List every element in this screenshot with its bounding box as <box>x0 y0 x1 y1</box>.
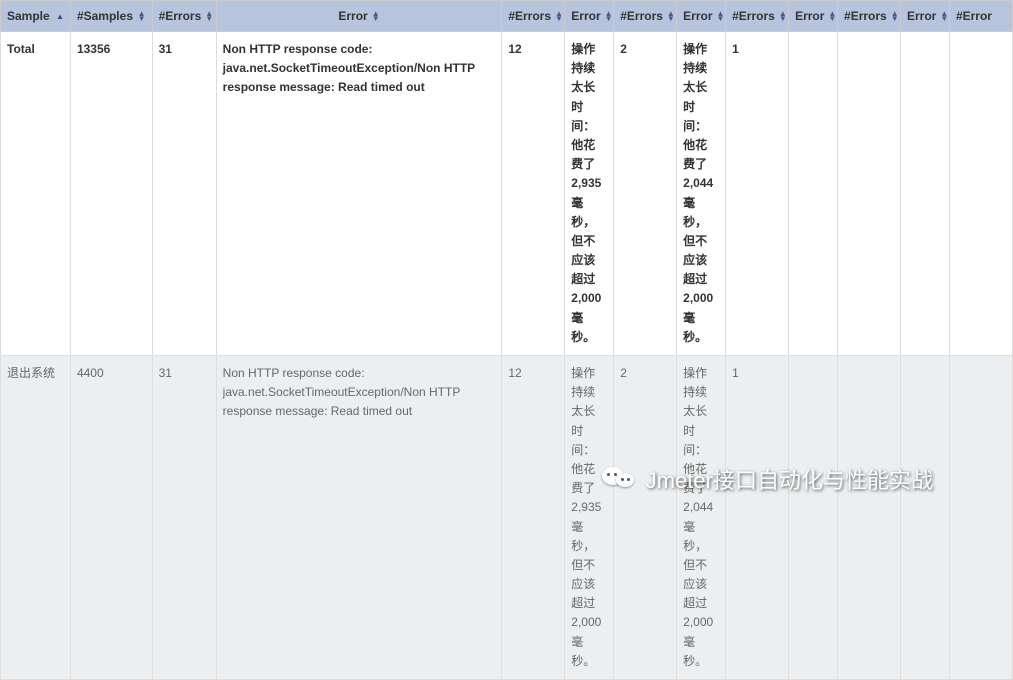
sort-both-icon: ▲▼ <box>940 11 948 21</box>
cell-errors-6 <box>949 356 1012 680</box>
header-errors-3[interactable]: #Errors▲▼ <box>614 1 677 32</box>
cell-errors-4: 1 <box>726 356 789 680</box>
cell-errors: 31 <box>152 32 216 356</box>
header-errors-4[interactable]: #Errors▲▼ <box>726 1 789 32</box>
cell-errors-3: 2 <box>614 356 677 680</box>
sort-both-icon: ▲▼ <box>372 11 380 21</box>
sort-both-icon: ▲▼ <box>205 11 213 21</box>
header-errors-1[interactable]: #Errors▲▼ <box>152 1 216 32</box>
cell-error-4 <box>789 356 838 680</box>
header-errors-2[interactable]: #Errors▲▼ <box>502 1 565 32</box>
cell-error-3: 操作持续太长时间：他花费了 2,044 毫秒，但不应该超过 2,000 毫秒。 <box>677 32 726 356</box>
header-error-3[interactable]: Error▲▼ <box>677 1 726 32</box>
cell-sample: Total <box>1 32 71 356</box>
cell-errors-6 <box>949 32 1012 356</box>
sort-both-icon: ▲▼ <box>828 11 836 21</box>
sort-both-icon: ▲▼ <box>891 11 899 21</box>
table-header-row: Sample▲ #Samples▲▼ #Errors▲▼ Error▲▼ #Er… <box>1 1 1013 32</box>
cell-sample: 退出系统 <box>1 356 71 680</box>
header-error-5[interactable]: Error▲▼ <box>900 1 949 32</box>
cell-error-3: 操作持续太长时间：他花费了 2,044 毫秒，但不应该超过 2,000 毫秒。 <box>677 356 726 680</box>
header-errors-5[interactable]: #Errors▲▼ <box>838 1 901 32</box>
header-sample[interactable]: Sample▲ <box>1 1 71 32</box>
header-errors-6[interactable]: #Error <box>949 1 1012 32</box>
cell-errors: 31 <box>152 356 216 680</box>
cell-errors-2: 12 <box>502 32 565 356</box>
sort-both-icon: ▲▼ <box>605 11 613 21</box>
cell-errors-5 <box>838 32 901 356</box>
sort-both-icon: ▲▼ <box>667 11 675 21</box>
cell-error-main: Non HTTP response code: java.net.SocketT… <box>216 356 502 680</box>
cell-samples: 4400 <box>70 356 152 680</box>
sort-both-icon: ▲▼ <box>717 11 725 21</box>
sort-both-icon: ▲▼ <box>555 11 563 21</box>
cell-error-main: Non HTTP response code: java.net.SocketT… <box>216 32 502 356</box>
sort-both-icon: ▲▼ <box>779 11 787 21</box>
cell-error-4 <box>789 32 838 356</box>
cell-errors-5 <box>838 356 901 680</box>
sort-both-icon: ▲▼ <box>138 11 146 21</box>
header-error-4[interactable]: Error▲▼ <box>789 1 838 32</box>
cell-errors-2: 12 <box>502 356 565 680</box>
cell-error-2: 操作持续太长时间：他花费了 2,935 毫秒，但不应该超过 2,000 毫秒。 <box>565 356 614 680</box>
table-row: Total 13356 31 Non HTTP response code: j… <box>1 32 1013 356</box>
cell-samples: 13356 <box>70 32 152 356</box>
cell-errors-3: 2 <box>614 32 677 356</box>
sort-asc-icon: ▲ <box>56 12 64 21</box>
header-error-2[interactable]: Error▲▼ <box>565 1 614 32</box>
errors-table: Sample▲ #Samples▲▼ #Errors▲▼ Error▲▼ #Er… <box>0 0 1013 680</box>
header-samples[interactable]: #Samples▲▼ <box>70 1 152 32</box>
cell-error-2: 操作持续太长时间：他花费了 2,935 毫秒，但不应该超过 2,000 毫秒。 <box>565 32 614 356</box>
header-error-1[interactable]: Error▲▼ <box>216 1 502 32</box>
cell-error-5 <box>900 32 949 356</box>
cell-error-5 <box>900 356 949 680</box>
cell-errors-4: 1 <box>726 32 789 356</box>
table-row: 退出系统 4400 31 Non HTTP response code: jav… <box>1 356 1013 680</box>
